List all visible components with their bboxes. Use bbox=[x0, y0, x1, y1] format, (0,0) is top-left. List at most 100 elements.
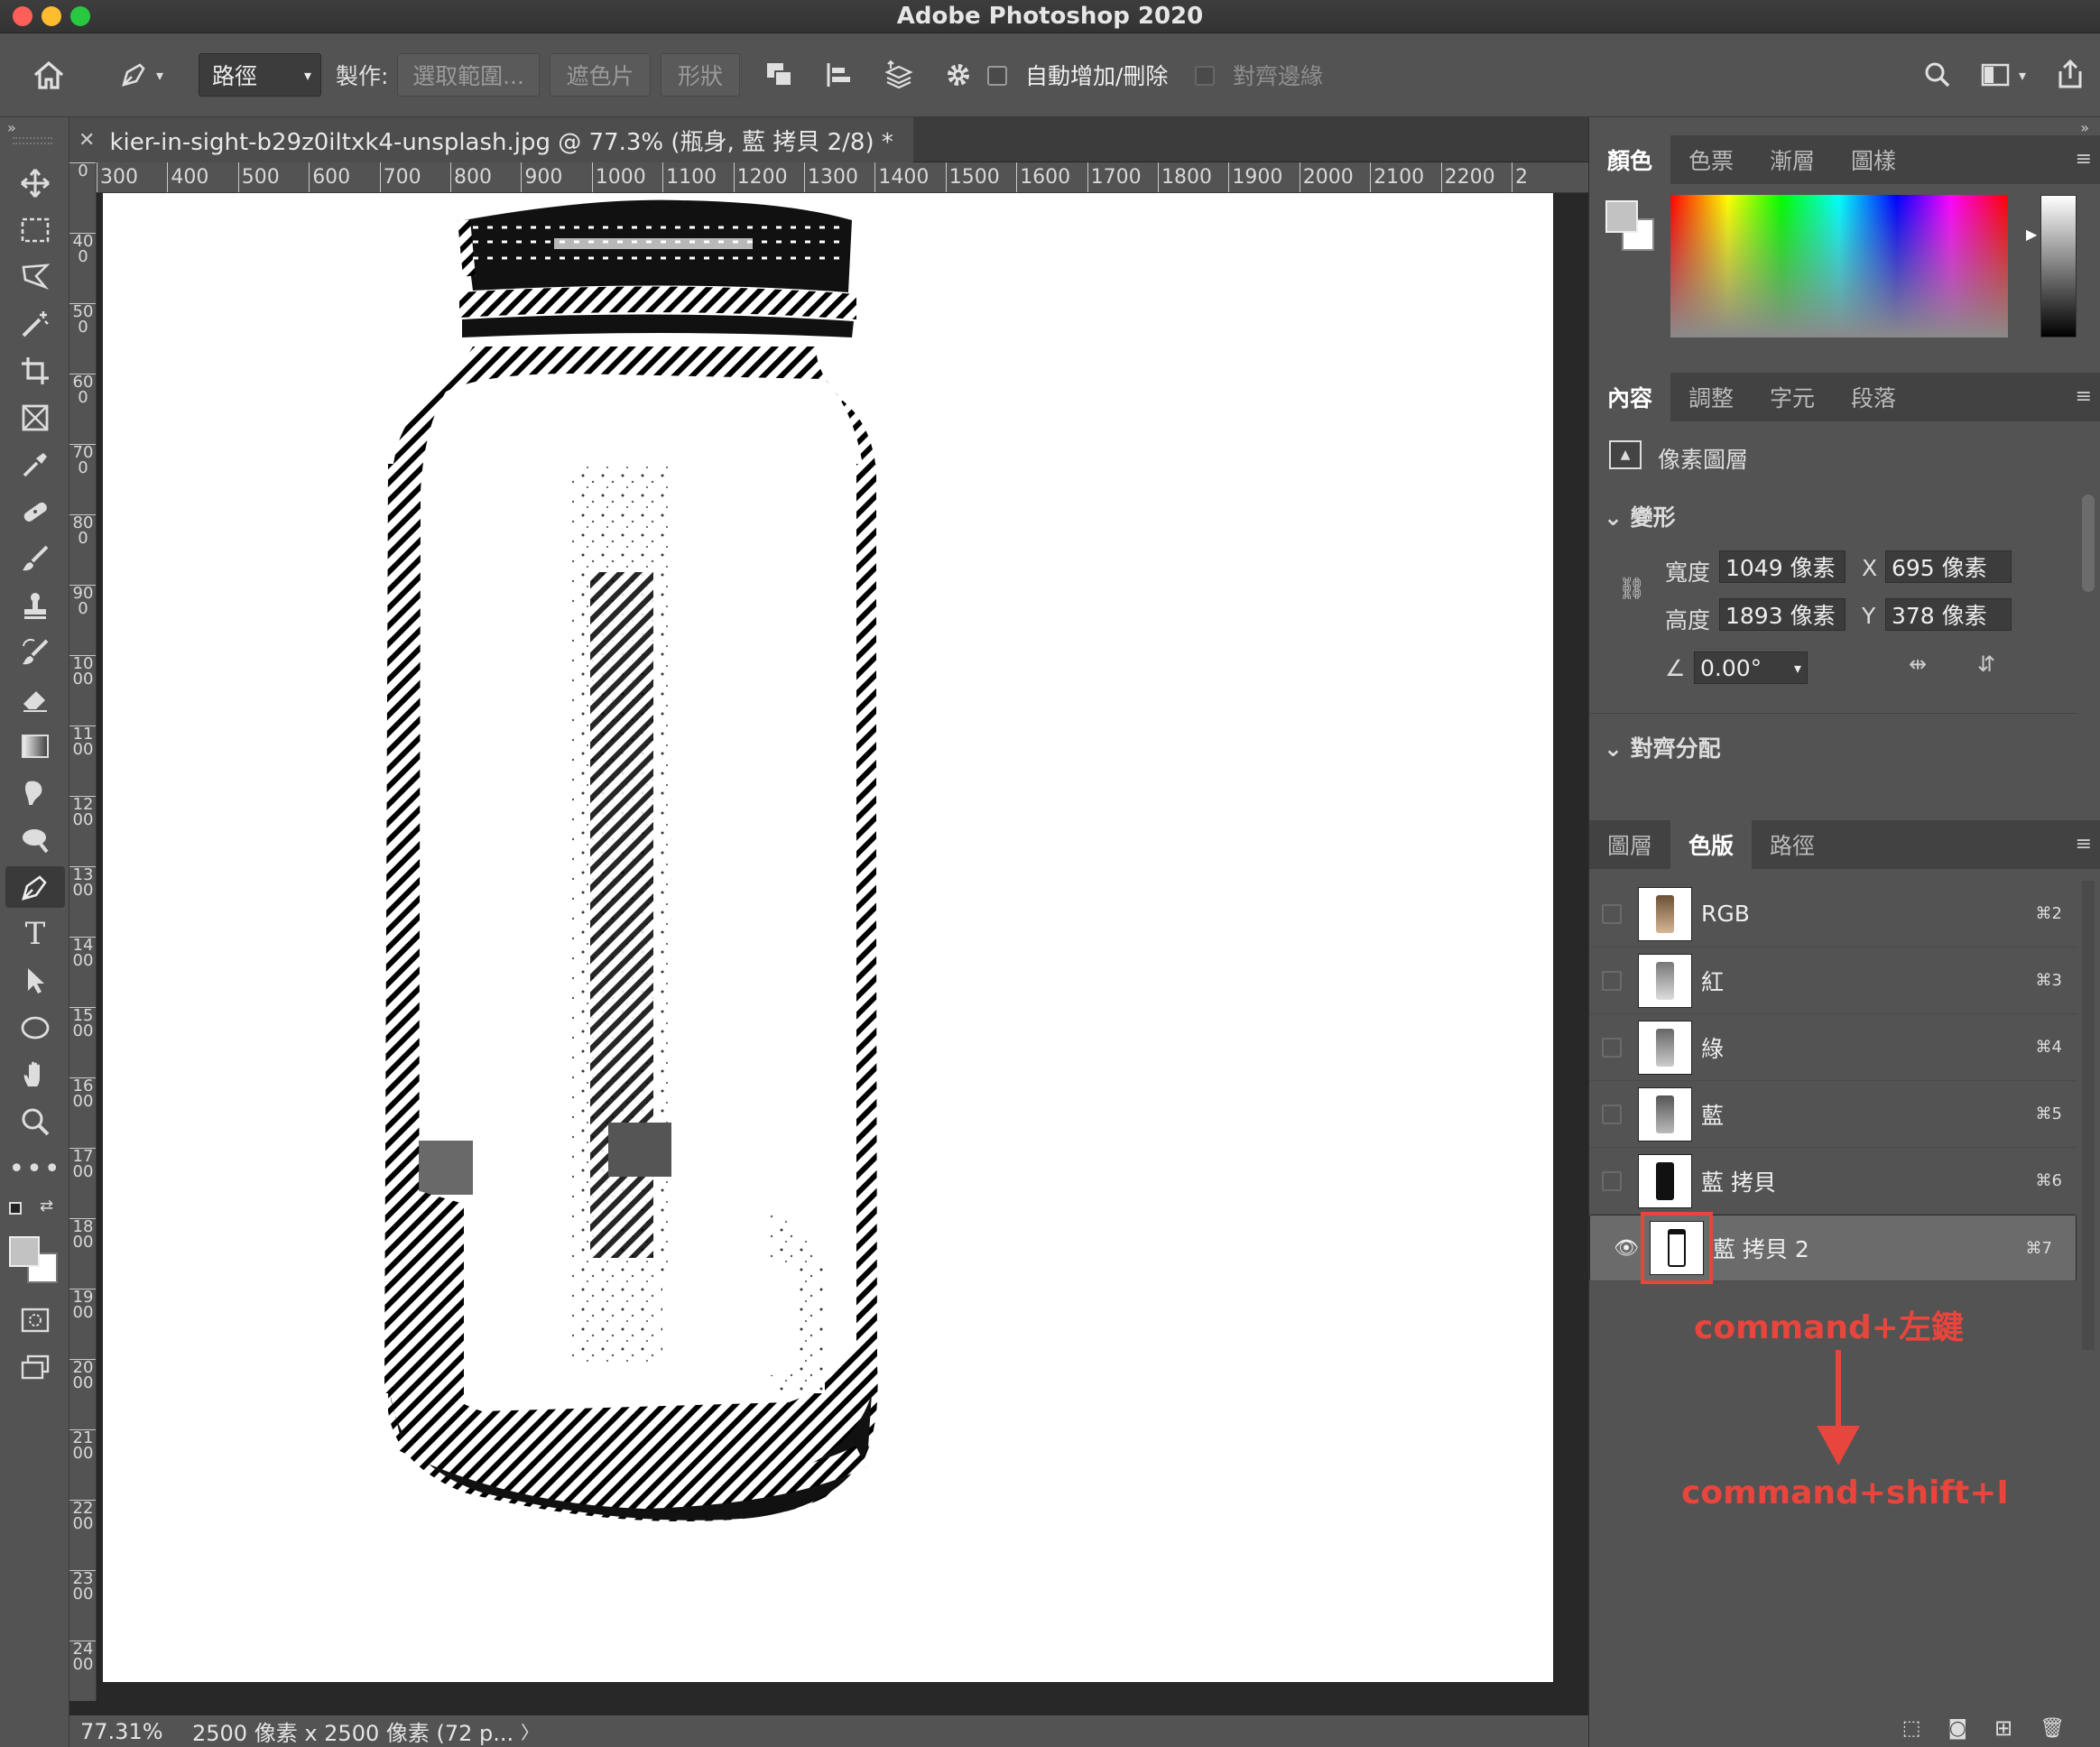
quick-mask-button[interactable] bbox=[5, 1299, 65, 1341]
zoom-tool[interactable] bbox=[5, 1101, 65, 1142]
tab-paragraph[interactable]: 段落 bbox=[1833, 373, 1914, 421]
tab-color[interactable]: 顏色 bbox=[1589, 135, 1671, 184]
link-dimensions-icon[interactable]: ⛓ bbox=[1618, 576, 1645, 601]
move-tool[interactable] bbox=[5, 162, 65, 204]
color-spectrum[interactable] bbox=[1670, 195, 2008, 337]
flip-vertical-button[interactable]: ⇵ bbox=[1977, 652, 1995, 677]
document-tab[interactable]: ✕ kier-in-sight-b29z0iltxk4-unsplash.jpg… bbox=[69, 117, 913, 162]
tab-channels[interactable]: 色版 bbox=[1670, 820, 1753, 869]
gradient-tool[interactable] bbox=[5, 726, 65, 767]
ellipse-tool[interactable] bbox=[5, 1007, 65, 1049]
load-selection-icon[interactable]: ⬚ bbox=[1902, 1717, 1921, 1740]
tab-paths[interactable]: 路徑 bbox=[1752, 820, 1833, 869]
height-input[interactable]: 1893 像素 bbox=[1719, 598, 1846, 631]
color-fg-swatch[interactable] bbox=[1605, 200, 1638, 233]
width-input[interactable]: 1049 像素 bbox=[1719, 550, 1846, 583]
vertical-ruler[interactable]: 0 400 500 600 700 800 900 1000 1100 1200 1300 1400 1… bbox=[69, 162, 97, 1701]
angle-input[interactable]: 0.00° ▾ bbox=[1694, 652, 1808, 684]
canvas[interactable] bbox=[103, 193, 1553, 1682]
marquee-tool[interactable] bbox=[5, 209, 65, 251]
align-section-toggle[interactable]: ⌄ 對齊分配 bbox=[1604, 731, 1721, 763]
channel-row-blue[interactable]: 藍 ⌘5 bbox=[1589, 1081, 2077, 1148]
tab-patterns[interactable]: 圖樣 bbox=[1833, 135, 1914, 184]
edit-toolbar-button[interactable]: ••• bbox=[5, 1148, 65, 1189]
panel-menu-icon[interactable]: ≡ bbox=[2076, 148, 2092, 171]
make-shape-button[interactable]: 形狀 bbox=[661, 53, 740, 97]
panel-menu-icon[interactable]: ≡ bbox=[2076, 833, 2092, 855]
status-info-arrow[interactable]: 〉 bbox=[521, 1718, 539, 1744]
close-window-button[interactable] bbox=[13, 6, 32, 26]
visibility-toggle[interactable] bbox=[1602, 903, 1622, 924]
path-selection-tool[interactable] bbox=[5, 960, 65, 1002]
screen-mode-button[interactable] bbox=[5, 1346, 65, 1388]
home-button[interactable] bbox=[22, 51, 76, 98]
minimize-window-button[interactable] bbox=[42, 6, 61, 26]
zoom-window-button[interactable] bbox=[70, 6, 90, 26]
channel-row-rgb[interactable]: RGB ⌘2 bbox=[1589, 881, 2077, 947]
properties-scrollbar[interactable] bbox=[2082, 495, 2095, 592]
transform-section-toggle[interactable]: ⌄ 變形 bbox=[1604, 500, 1676, 532]
path-arrangement-button[interactable] bbox=[875, 53, 922, 97]
make-selection-button[interactable]: 選取範圍... bbox=[397, 53, 540, 97]
channels-scrollbar-track[interactable] bbox=[2082, 881, 2095, 1350]
align-edges-checkbox[interactable] bbox=[1193, 64, 1217, 88]
tab-adjustments[interactable]: 調整 bbox=[1670, 373, 1752, 421]
default-colors-icon[interactable] bbox=[9, 1202, 22, 1215]
magic-wand-tool[interactable] bbox=[5, 303, 65, 345]
history-brush-tool[interactable] bbox=[5, 632, 65, 673]
visibility-toggle[interactable] bbox=[1602, 970, 1622, 991]
lasso-tool[interactable] bbox=[5, 256, 65, 298]
swap-colors-icon[interactable]: ⇄ bbox=[40, 1197, 53, 1216]
search-button[interactable] bbox=[1918, 53, 1957, 97]
eyedropper-tool[interactable] bbox=[5, 444, 65, 485]
hand-tool[interactable] bbox=[5, 1054, 65, 1095]
path-alignment-button[interactable] bbox=[816, 53, 863, 97]
visibility-toggle[interactable] bbox=[1602, 1170, 1622, 1191]
tab-layers[interactable]: 圖層 bbox=[1589, 820, 1670, 869]
canvas-viewport[interactable] bbox=[97, 193, 1588, 1701]
tool-preset-picker[interactable]: ▾ bbox=[106, 51, 175, 98]
channel-row-blue-copy-2[interactable]: 👁 藍 拷貝 2 ⌘7 bbox=[1589, 1212, 2077, 1284]
visibility-toggle[interactable] bbox=[1602, 1037, 1622, 1058]
frame-tool[interactable] bbox=[5, 397, 65, 439]
zoom-level[interactable]: 77.31% bbox=[80, 1719, 181, 1744]
tab-gradients[interactable]: 漸層 bbox=[1752, 135, 1833, 184]
channel-row-red[interactable]: 紅 ⌘3 bbox=[1589, 947, 2077, 1014]
eye-icon[interactable]: 👁 bbox=[1614, 1237, 1639, 1260]
collapse-panels-icon[interactable]: » bbox=[2080, 119, 2089, 136]
workspace-button[interactable]: ▾ bbox=[1971, 53, 2036, 97]
channel-row-blue-copy[interactable]: 藍 拷貝 ⌘6 bbox=[1589, 1148, 2077, 1215]
auto-add-delete-checkbox[interactable] bbox=[985, 64, 1009, 88]
eraser-tool[interactable] bbox=[5, 679, 65, 720]
panel-menu-icon[interactable]: ≡ bbox=[2076, 385, 2092, 408]
path-operations-button[interactable] bbox=[756, 53, 803, 97]
make-mask-button[interactable]: 遮色片 bbox=[550, 53, 651, 97]
share-button[interactable] bbox=[2050, 51, 2090, 97]
healing-brush-tool[interactable] bbox=[5, 491, 65, 532]
clone-stamp-tool[interactable] bbox=[5, 585, 65, 626]
save-selection-as-channel-icon[interactable]: ◙ bbox=[1948, 1717, 1967, 1740]
x-input[interactable]: 695 像素 bbox=[1885, 550, 2012, 583]
pen-mode-select[interactable]: 路徑 ▾ bbox=[199, 53, 321, 97]
close-tab-icon[interactable]: ✕ bbox=[79, 129, 95, 152]
crop-tool[interactable] bbox=[5, 350, 65, 392]
trash-icon[interactable]: 🗑 bbox=[2040, 1717, 2065, 1740]
type-tool[interactable]: T bbox=[5, 913, 65, 955]
toolbar-grip[interactable] bbox=[13, 137, 52, 144]
y-input[interactable]: 378 像素 bbox=[1885, 598, 2012, 631]
collapse-toolbar-icon[interactable]: » bbox=[7, 119, 16, 136]
horizontal-ruler[interactable]: 300 400 500 600 700 800 900 1000 1100 1200 1300 140… bbox=[97, 162, 1588, 193]
visibility-toggle[interactable] bbox=[1602, 1104, 1622, 1124]
tab-swatches[interactable]: 色票 bbox=[1670, 135, 1752, 184]
flip-horizontal-button[interactable]: ⇹ bbox=[1909, 652, 1927, 677]
pen-tool[interactable] bbox=[5, 866, 65, 908]
brush-tool[interactable] bbox=[5, 538, 65, 579]
new-channel-icon[interactable]: ⊞ bbox=[1994, 1715, 2012, 1741]
channel-row-green[interactable]: 綠 ⌘4 bbox=[1589, 1014, 2077, 1081]
smudge-tool[interactable] bbox=[5, 772, 65, 814]
geometry-options-button[interactable] bbox=[939, 53, 978, 97]
dodge-tool[interactable] bbox=[5, 819, 65, 861]
foreground-color-swatch[interactable] bbox=[9, 1236, 40, 1267]
tab-properties[interactable]: 內容 bbox=[1589, 373, 1671, 421]
color-brightness-slider[interactable] bbox=[2040, 195, 2077, 337]
